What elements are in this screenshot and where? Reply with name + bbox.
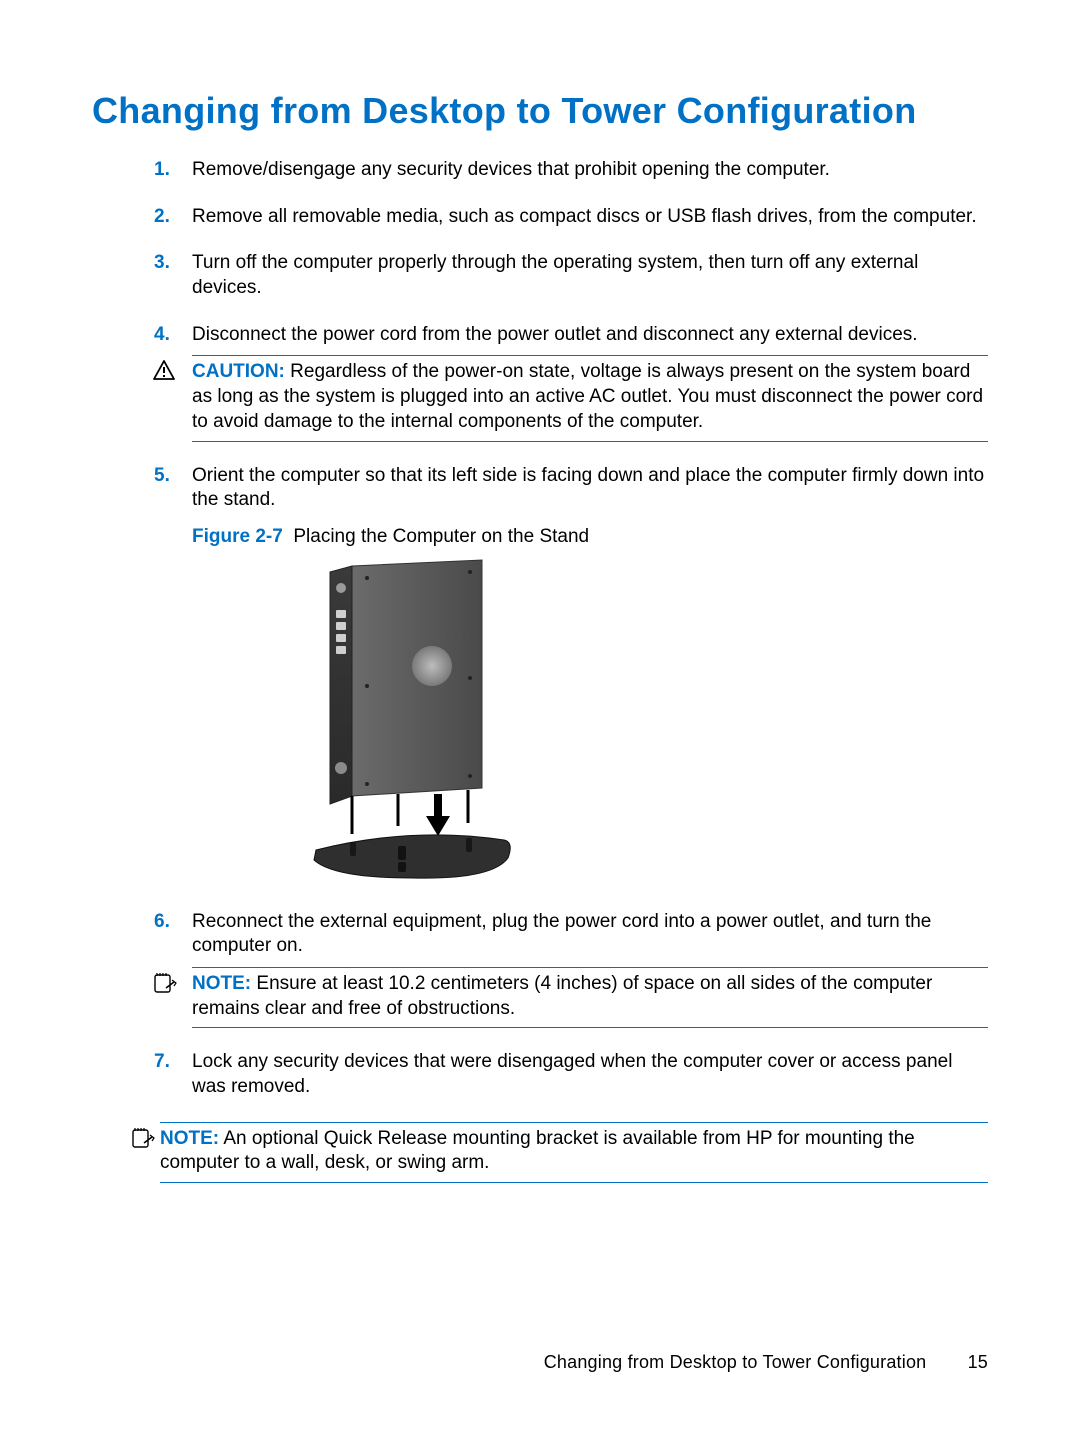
step-7: 7. Lock any security devices that were d…: [192, 1050, 988, 1099]
step-5: 5. Orient the computer so that its left …: [192, 464, 988, 888]
step-text: Remove all removable media, such as comp…: [192, 206, 977, 227]
note-label: NOTE:: [160, 1128, 219, 1149]
step-2: 2. Remove all removable media, such as c…: [192, 205, 988, 230]
step-3: 3. Turn off the computer properly throug…: [192, 251, 988, 300]
note-body: NOTE: An optional Quick Release mounting…: [160, 1128, 915, 1174]
step-text: Reconnect the external equipment, plug t…: [192, 911, 931, 957]
footer-section: Changing from Desktop to Tower Configura…: [544, 1352, 927, 1372]
step-4: 4. Disconnect the power cord from the po…: [192, 323, 988, 442]
note-icon: [130, 1127, 154, 1157]
page-footer: Changing from Desktop to Tower Configura…: [544, 1352, 988, 1373]
note-icon: [152, 972, 176, 1002]
step-number: 3.: [154, 251, 170, 276]
footer-page-number: 15: [968, 1352, 988, 1372]
step-number: 4.: [154, 323, 170, 348]
figure-image: [292, 558, 542, 888]
step-list: 1. Remove/disengage any security devices…: [92, 158, 988, 1100]
step-number: 7.: [154, 1050, 170, 1075]
step-text: Orient the computer so that its left sid…: [192, 465, 984, 511]
note-label: NOTE:: [192, 973, 251, 994]
note-body: NOTE: Ensure at least 10.2 centimeters (…: [192, 973, 932, 1019]
figure-caption: Figure 2-7 Placing the Computer on the S…: [192, 525, 988, 550]
step-text: Remove/disengage any security devices th…: [192, 159, 830, 180]
caution-text: Regardless of the power-on state, voltag…: [192, 361, 983, 431]
figure-caption-text: Placing the Computer on the Stand: [293, 526, 589, 547]
document-page: Changing from Desktop to Tower Configura…: [0, 0, 1080, 1437]
step-text: Turn off the computer properly through t…: [192, 252, 918, 298]
step-text: Disconnect the power cord from the power…: [192, 324, 918, 345]
step-text: Lock any security devices that were dise…: [192, 1051, 952, 1097]
note-text: Ensure at least 10.2 centimeters (4 inch…: [192, 973, 932, 1019]
caution-icon: [152, 360, 176, 388]
step-6: 6. Reconnect the external equipment, plu…: [192, 910, 988, 1029]
figure-number: Figure 2-7: [192, 526, 283, 547]
step-number: 6.: [154, 910, 170, 935]
note-callout-outer: NOTE: An optional Quick Release mounting…: [160, 1122, 988, 1183]
step-number: 2.: [154, 205, 170, 230]
caution-callout: CAUTION: Regardless of the power-on stat…: [192, 355, 988, 441]
note-callout: NOTE: Ensure at least 10.2 centimeters (…: [192, 967, 988, 1028]
page-title: Changing from Desktop to Tower Configura…: [92, 90, 988, 132]
step-1: 1. Remove/disengage any security devices…: [192, 158, 988, 183]
step-number: 1.: [154, 158, 170, 183]
step-number: 5.: [154, 464, 170, 489]
caution-body: CAUTION: Regardless of the power-on stat…: [192, 361, 983, 431]
caution-label: CAUTION:: [192, 361, 285, 382]
note-text: An optional Quick Release mounting brack…: [160, 1128, 915, 1174]
